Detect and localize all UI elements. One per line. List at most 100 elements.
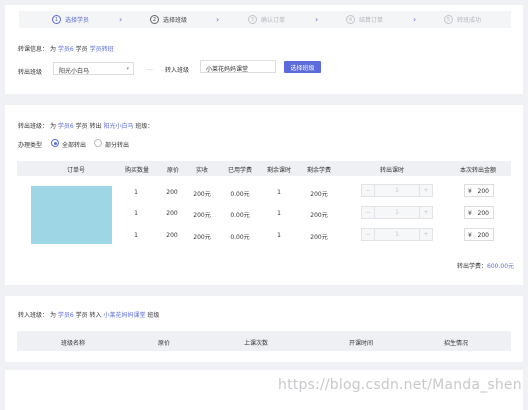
step-transfer-success[interactable]: 5 转班成功 [444,15,481,24]
out-hours-stepper[interactable]: − 1 + [361,184,433,197]
radio-all-out-label[interactable]: 全部转出 [62,140,86,149]
transfer-in-card: 转入班级： 为 学员6 学员 转入 小莱花妈妈课堂 班级 班级名称 原价 上课次… [5,296,523,362]
cell-qty: 1 [134,232,138,239]
cell-qty: 1 [134,189,138,196]
order-image-placeholder [31,186,112,244]
class-table-header: 班级名称 原价 上课次数 开课时间 招生情况 [17,331,511,351]
transfer-in-info-line: 转入班级： 为 学员6 学员 转入 小莱花妈妈课堂 班级 [18,310,159,319]
step-confirm-order[interactable]: 3 确认订单 [248,15,285,24]
in-mid: 学员 转入 [75,312,102,319]
handle-type-label: 办理类型 [18,142,43,149]
cell-used: 0.00元 [230,212,250,219]
step-number: 1 [52,15,61,24]
cell-price: 200 [166,189,178,196]
cell-paid: 200元 [193,212,211,219]
amount-value: 200 [477,188,489,195]
out-amount-input[interactable]: ¥ 200 [464,228,494,241]
chevron-right-icon: › [315,15,319,24]
step-number: 2 [150,15,159,24]
step-label: 确认订单 [261,17,286,24]
in-class-name: 小莱花妈妈课堂 [103,312,146,319]
currency-symbol: ¥ [468,232,472,239]
total-value: 600.00元 [487,263,515,270]
minus-icon[interactable]: − [362,185,375,196]
out-hours-stepper[interactable]: − 1 + [361,228,433,241]
plus-icon[interactable]: + [419,185,432,196]
in-prefix: 转入班级： [18,312,49,319]
transfer-info-student-word: 学员 [75,46,88,53]
stepper-value: 1 [395,187,399,194]
step-label: 选择学员 [65,17,90,24]
step-settle-order[interactable]: 4 结算订单 [346,15,383,24]
student-name: 学员6 [57,46,74,53]
radio-all-out[interactable] [51,139,59,147]
transfer-out-card: 转出班级： 为 学员6 学员 转出 阳光小白马 班级： 办理类型 全部转出 部分… [5,105,523,285]
cell-used: 0.00元 [230,191,250,198]
transfer-in-field[interactable]: 小莱花妈妈课堂 [200,60,276,73]
step-number: 4 [346,15,355,24]
radio-partial-out[interactable] [94,139,102,147]
transfer-info-prefix: 转课信息： [18,46,49,53]
transfer-in-label: 转入班级 [165,67,190,74]
student-name: 学员6 [57,312,74,319]
select-class-button[interactable]: 选择班级 [284,61,321,73]
chevron-right-icon: › [119,15,123,24]
cell-remain-fee: 200元 [310,234,328,241]
out-hours-stepper[interactable]: − 1 + [361,206,433,219]
out-prefix: 转出班级： [18,123,49,130]
step-select-student[interactable]: 1 选择学员 [52,15,89,24]
class-selection-card: 1 选择学员 › 2 选择班级 › 3 确认订单 › 4 结算订单 › 5 转班… [5,5,523,94]
currency-symbol: ¥ [468,188,472,195]
transfer-info-line: 转课信息： 为 学员6 学员 学员转班 [18,44,114,53]
separator: … [147,65,153,72]
plus-icon[interactable]: + [419,207,432,218]
cell-price: 200 [166,232,178,239]
col-remain-fee: 剩余学费 [306,167,332,174]
out-amount-input[interactable]: ¥ 200 [464,206,494,219]
in-for: 为 [49,312,56,319]
plus-icon[interactable]: + [419,229,432,240]
total-label: 转出学费： [457,263,488,270]
out-for: 为 [49,123,56,130]
out-mid: 学员 转出 [75,123,102,130]
step-label: 转班成功 [457,17,482,24]
stepper-value: 1 [395,209,399,216]
cell-remain-hours: 1 [277,232,281,239]
col-sessions: 上课次数 [243,340,269,347]
transfer-out-info-line: 转出班级： 为 学员6 学员 转出 阳光小白马 班级： [18,121,153,130]
step-number: 5 [444,15,453,24]
col-price: 原价 [166,167,180,174]
amount-value: 200 [477,210,489,217]
stepper-value: 1 [395,231,399,238]
cell-remain-fee: 200元 [310,212,328,219]
col-class-name: 班级名称 [60,340,86,347]
col-qty: 购买数量 [124,167,150,174]
step-select-class[interactable]: 2 选择班级 [150,15,187,24]
col-paid: 实收 [195,167,209,174]
transfer-out-select[interactable]: 阳光小白马 ▾ [53,62,134,75]
radio-partial-out-label[interactable]: 部分转出 [105,140,129,149]
student-name: 学员6 [57,123,74,130]
in-suffix: 班级 [147,312,160,319]
step-label: 结算订单 [359,17,384,24]
cell-remain-fee: 200元 [310,191,328,198]
col-order-no: 订单号 [66,167,86,174]
col-start-time: 开课时间 [348,340,374,347]
progress-steps: 1 选择学员 › 2 选择班级 › 3 确认订单 › 4 结算订单 › 5 转班… [19,11,511,28]
watermark: https://blog.csdn.net/Manda_shen [278,377,522,393]
field-value: 小莱花妈妈课堂 [206,66,249,73]
out-amount-input[interactable]: ¥ 200 [464,184,494,197]
minus-icon[interactable]: − [362,207,375,218]
chevron-right-icon: › [216,15,220,24]
cell-used: 0.00元 [230,234,250,241]
out-suffix: 班级： [135,123,154,130]
col-out-amount: 本次转出金额 [459,167,497,174]
step-label: 选择班级 [163,17,188,24]
orders-table-header: 订单号 购买数量 原价 实收 已用学费 剩余课时 剩余学费 转出课时 本次转出金… [17,161,511,176]
col-price: 原价 [157,340,171,347]
cell-price: 200 [166,210,178,217]
minus-icon[interactable]: − [362,229,375,240]
col-used-fee: 已用学费 [227,167,253,174]
currency-symbol: ¥ [468,210,472,217]
cell-remain-hours: 1 [277,210,281,217]
